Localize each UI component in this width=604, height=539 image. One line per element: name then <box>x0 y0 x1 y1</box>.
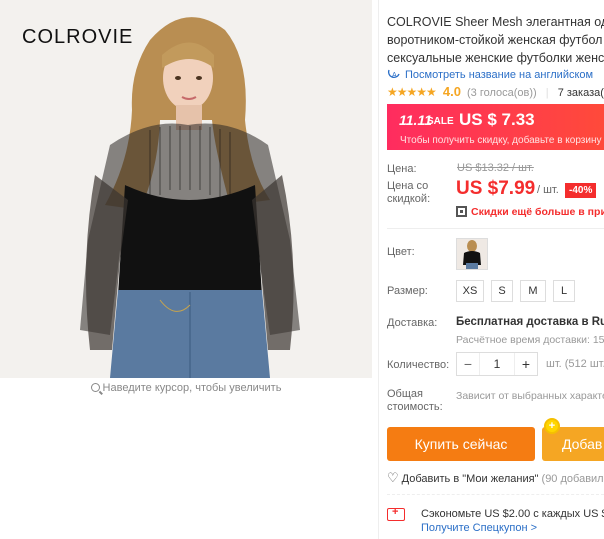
old-price: US $13.32 / шт. <box>457 162 534 174</box>
rating-stars-icon: ★★★★★ <box>387 85 437 99</box>
sale-note: Чтобы получить скидку, добавьте в корзин… <box>400 135 604 146</box>
rating-separator: | <box>545 87 549 99</box>
discount-price-label-line: скидкой: <box>387 193 431 205</box>
product-image-gallery[interactable]: COLROVIE <box>0 0 372 378</box>
size-option-xs[interactable]: XS <box>456 280 484 302</box>
product-title-line: воротником-стойкой женская футбол <box>387 33 603 47</box>
wishlist-count: (90 добавили) <box>541 473 604 485</box>
color-swatch-black[interactable] <box>456 238 488 270</box>
discount-price-label: Цена со скидкой: <box>387 180 430 206</box>
shipping-time-text: Расчётное время доставки: 15- <box>456 334 604 346</box>
size-option-l[interactable]: L <box>553 280 575 302</box>
sale-label: SALE <box>427 116 454 127</box>
add-to-wishlist-link[interactable]: ♡Добавить в "Мои желания" (90 добавили) <box>387 470 604 486</box>
product-title: COLROVIE Sheer Mesh элегантная одн ворот… <box>387 13 604 67</box>
sale-banner: 11.11 SALE US $ 7.33 Чтобы получить скид… <box>387 104 604 150</box>
total-value: Зависит от выбранных характе <box>456 390 604 402</box>
rating-votes-link[interactable]: (3 голоса(ов)) <box>467 87 537 99</box>
price-unit: / шт. <box>537 184 559 196</box>
get-coupon-link[interactable]: Получите Спецкупон > <box>421 522 537 534</box>
app-discount-text: Скидки ещё больше в прило <box>471 206 604 218</box>
color-label: Цвет: <box>387 246 415 258</box>
coupon-icon <box>387 506 405 521</box>
discount-badge: -40% <box>565 183 597 198</box>
shipping-free-text[interactable]: Бесплатная доставка в Russia <box>456 316 604 328</box>
discount-price-label-line: Цена со <box>387 180 429 192</box>
quantity-input[interactable]: 1 <box>479 353 515 375</box>
shipping-label: Доставка: <box>387 317 438 329</box>
size-options: XS S M L <box>456 280 582 302</box>
coupon-section: Сэкономьте US $2.00 с каждых US $15.0 По… <box>387 494 604 539</box>
column-divider <box>378 0 379 539</box>
rating-value: 4.0 <box>442 84 461 99</box>
size-option-m[interactable]: M <box>520 280 546 302</box>
quantity-increment-button[interactable]: + <box>515 356 537 372</box>
magnifier-icon <box>90 383 100 392</box>
heart-icon: ♡ <box>387 470 399 485</box>
brand-logo: COLROVIE <box>22 26 134 48</box>
total-label-line: Общая <box>387 388 423 400</box>
product-photo[interactable] <box>0 0 372 378</box>
size-label: Размер: <box>387 285 428 297</box>
wishlist-text: Добавить в "Мои желания" <box>401 473 539 485</box>
svg-text:A: A <box>392 72 397 79</box>
rating-row: ★★★★★ 4.0 (3 голоса(ов)) | 7 заказа(о <box>387 84 604 99</box>
current-price: US $7.99 <box>456 178 536 199</box>
total-label-line: стоимость: <box>387 401 443 413</box>
translate-title-link[interactable]: A Посмотреть название на английском <box>387 68 593 81</box>
product-title-line: сексуальные женские футболки женс <box>387 51 604 65</box>
quantity-label: Количество: <box>387 359 450 371</box>
app-discount-link[interactable]: Скидки ещё больше в прило <box>456 206 604 218</box>
stock-info: шт. (512 шт. <box>546 358 604 370</box>
color-swatch-image <box>457 239 487 269</box>
quantity-stepper: − 1 + <box>456 352 538 376</box>
sale-price: US $ 7.33 <box>459 110 535 129</box>
price-label: Цена: <box>387 163 417 175</box>
zoom-hint-text: Наведите курсор, чтобы увеличить <box>102 382 282 394</box>
translate-link-text: Посмотреть название на английском <box>405 69 594 81</box>
total-label: Общая стоимость: <box>387 388 443 414</box>
coupon-text: Сэкономьте US $2.00 с каждых US $15.0 <box>421 508 604 520</box>
size-option-s[interactable]: S <box>491 280 513 302</box>
translate-icon: A <box>387 69 400 79</box>
section-divider <box>387 228 604 229</box>
orders-count: 7 заказа(о <box>557 87 604 99</box>
buy-now-button[interactable]: Купить сейчас <box>387 427 535 461</box>
product-title-line: COLROVIE Sheer Mesh элегантная одн <box>387 15 604 29</box>
qr-code-icon <box>456 206 467 217</box>
quantity-decrement-button[interactable]: − <box>457 356 479 372</box>
zoom-hint: Наведите курсор, чтобы увеличить <box>0 382 372 394</box>
coin-badge-icon: + <box>544 418 560 434</box>
